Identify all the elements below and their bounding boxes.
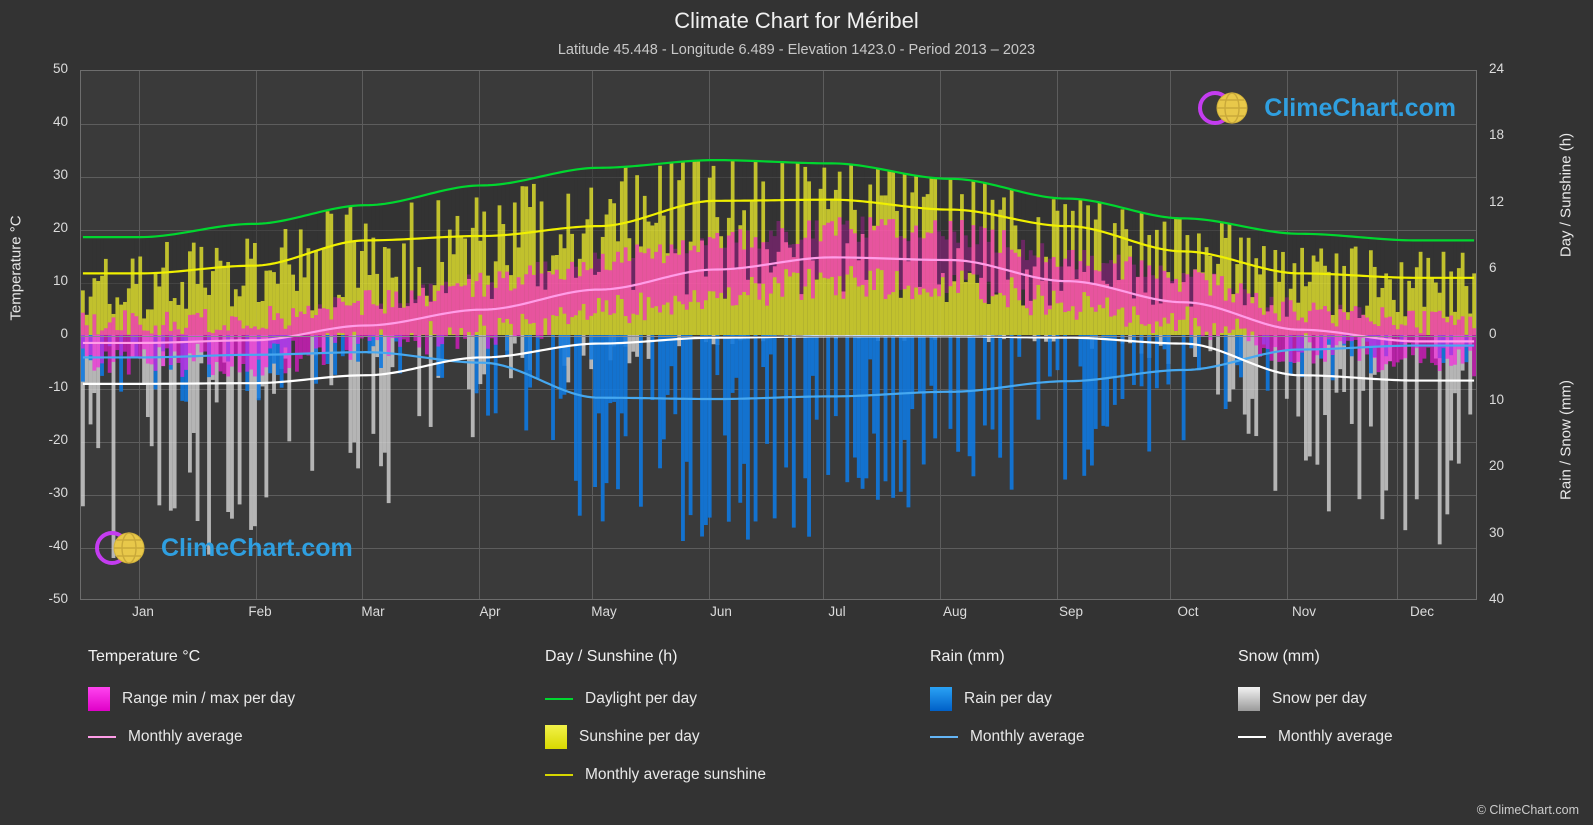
- swatch-rain-average: [930, 736, 958, 738]
- swatch-daylight: [545, 698, 573, 700]
- legend-group-rain: Rain (mm) Rain per day Monthly average: [930, 648, 1210, 756]
- swatch-temperature-range: [88, 687, 110, 711]
- x-tick: Jul: [828, 604, 846, 619]
- legend-label: Monthly average: [128, 728, 243, 745]
- x-tick: Sep: [1058, 604, 1084, 619]
- x-tick: Jun: [710, 604, 732, 619]
- x-tick: Oct: [1177, 604, 1199, 619]
- right-axis-ticks: 24 18 12 6 0 10 20 30 40: [1483, 61, 1563, 606]
- left-tick: -50: [48, 591, 68, 606]
- legend-label: Sunshine per day: [579, 728, 700, 745]
- legend-item: Range min / max per day: [88, 680, 508, 718]
- legend-item: Sunshine per day: [545, 718, 945, 756]
- left-tick: 10: [52, 273, 68, 288]
- legend-item: Daylight per day: [545, 680, 945, 718]
- left-tick: -40: [48, 538, 68, 553]
- x-tick: Apr: [479, 604, 501, 619]
- legend-item: Monthly average sunshine: [545, 756, 945, 794]
- swatch-rain: [930, 687, 952, 711]
- right-tick-bottom: 20: [1489, 458, 1505, 473]
- legend-item: Snow per day: [1238, 680, 1538, 718]
- watermark-bottom-left: ClimeChart.com: [95, 527, 353, 569]
- legend-heading: Snow (mm): [1238, 648, 1320, 665]
- climate-chart-page: Climate Chart for Méribel Latitude 45.44…: [0, 0, 1593, 825]
- swatch-snow-average: [1238, 736, 1266, 738]
- x-tick: Feb: [248, 604, 272, 619]
- copyright-text: © ClimeChart.com: [1476, 803, 1579, 817]
- right-tick-top: 12: [1489, 194, 1505, 209]
- swatch-temperature-average: [88, 736, 116, 738]
- legend-label: Daylight per day: [585, 690, 698, 707]
- legend-heading: Temperature °C: [88, 648, 201, 665]
- x-tick: Nov: [1291, 604, 1317, 619]
- right-tick-bottom: 10: [1489, 392, 1505, 407]
- watermark-top-right: ClimeChart.com: [1198, 87, 1456, 129]
- climechart-logo-icon: [95, 531, 145, 565]
- swatch-sunshine: [545, 725, 567, 749]
- swatch-sunshine-average: [545, 774, 573, 776]
- left-tick: -10: [48, 379, 68, 394]
- legend-label: Range min / max per day: [122, 690, 296, 707]
- right-tick-top: 6: [1489, 260, 1497, 275]
- left-axis-ticks: 50 40 30 20 10 0 -10 -20 -30 -40 -50: [0, 61, 74, 606]
- x-tick: Mar: [361, 604, 385, 619]
- legend-item: Monthly average: [1238, 718, 1538, 756]
- x-tick: May: [591, 604, 617, 619]
- legend-label: Rain per day: [964, 690, 1052, 707]
- left-tick: 40: [52, 114, 68, 129]
- swatch-snow: [1238, 687, 1260, 711]
- legend-label: Monthly average sunshine: [585, 766, 766, 783]
- chart-series-layer: [81, 158, 1476, 558]
- x-tick: Aug: [942, 604, 968, 619]
- right-tick-top: 18: [1489, 127, 1505, 142]
- climechart-logo-icon: [1198, 91, 1248, 125]
- plot-background: ClimeChart.com ClimeChart.com: [80, 70, 1477, 600]
- legend-heading: Rain (mm): [930, 648, 1005, 665]
- page-title: Climate Chart for Méribel: [674, 8, 919, 33]
- legend-item: Rain per day: [930, 680, 1210, 718]
- legend-group-day-sunshine: Day / Sunshine (h) Daylight per day Suns…: [545, 648, 945, 794]
- left-tick: -20: [48, 432, 68, 447]
- legend-heading: Day / Sunshine (h): [545, 648, 678, 665]
- legend-label: Monthly average: [970, 728, 1085, 745]
- chart-legend: Temperature °C Range min / max per day M…: [0, 648, 1593, 798]
- right-tick-top: 0: [1489, 326, 1497, 341]
- watermark-text: ClimeChart.com: [1264, 93, 1456, 122]
- left-tick: 50: [52, 61, 68, 76]
- page-subtitle: Latitude 45.448 - Longitude 6.489 - Elev…: [557, 42, 1036, 58]
- legend-group-snow: Snow (mm) Snow per day Monthly average: [1238, 648, 1538, 756]
- watermark-text: ClimeChart.com: [161, 533, 353, 562]
- x-tick: Dec: [1409, 604, 1435, 619]
- left-tick: 30: [52, 167, 68, 182]
- chart-plot-area: ClimeChart.com ClimeChart.com: [80, 70, 1477, 600]
- right-tick-top: 24: [1489, 61, 1505, 76]
- legend-label: Monthly average: [1278, 728, 1393, 745]
- zero-baseline: [81, 336, 1476, 337]
- legend-item: Monthly average: [88, 718, 508, 756]
- legend-group-temperature: Temperature °C Range min / max per day M…: [88, 648, 508, 756]
- legend-label: Snow per day: [1272, 690, 1367, 707]
- left-tick: 0: [60, 326, 68, 341]
- left-tick: -30: [48, 485, 68, 500]
- x-axis-ticks: Jan Feb Mar Apr May Jun Jul Aug Sep Oct …: [80, 604, 1477, 634]
- right-tick-bottom: 40: [1489, 591, 1505, 606]
- x-tick: Jan: [132, 604, 154, 619]
- legend-item: Monthly average: [930, 718, 1210, 756]
- left-tick: 20: [52, 220, 68, 235]
- right-tick-bottom: 30: [1489, 525, 1505, 540]
